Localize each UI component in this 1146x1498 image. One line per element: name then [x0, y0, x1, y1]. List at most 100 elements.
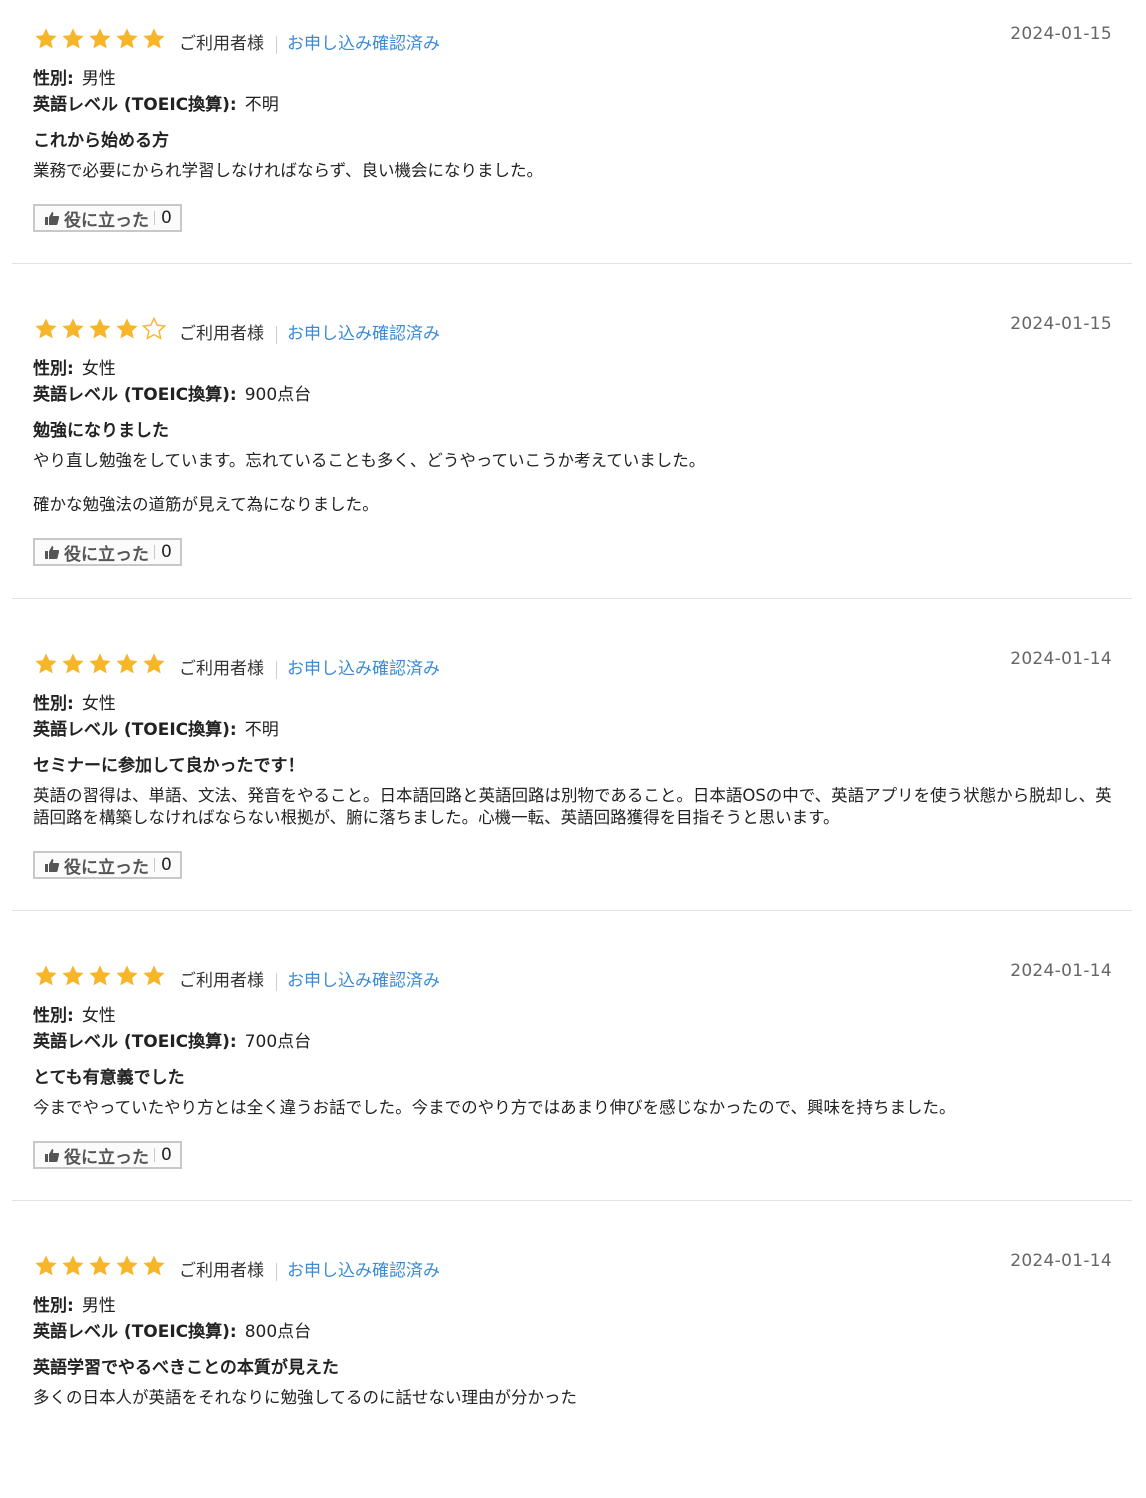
- level-value: 不明: [244, 720, 279, 740]
- reviewer-name: ご利用者様: [179, 324, 264, 344]
- level-value: 800点台: [244, 1322, 312, 1342]
- verified-link[interactable]: お申し込み確認済み: [287, 319, 440, 344]
- review-body: 今までやっていたやり方とは全く違うお話でした。今までのやり方ではあまり伸びを感じ…: [33, 1097, 1112, 1119]
- review-meta: 性別: 女性 英語レベル (TOEIC換算): 不明: [33, 691, 1112, 743]
- review-header: ご利用者様 お申し込み確認済み 2024-01-15: [33, 308, 1112, 346]
- reviewer-name: ご利用者様: [179, 34, 264, 54]
- review-meta: 性別: 女性 英語レベル (TOEIC換算): 900点台: [33, 356, 1112, 408]
- helpful-separator: [154, 858, 155, 872]
- star-empty-icon: [141, 316, 167, 342]
- review-meta: 性別: 男性 英語レベル (TOEIC換算): 不明: [33, 66, 1112, 118]
- star-filled-icon: [60, 651, 86, 677]
- level-value: 900点台: [244, 385, 312, 405]
- verified-link[interactable]: お申し込み確認済み: [287, 654, 440, 679]
- header-separator: [276, 326, 277, 344]
- star-filled-icon: [114, 316, 140, 342]
- helpful-label: 役に立った: [64, 857, 149, 878]
- star-filled-icon: [114, 963, 140, 989]
- star-filled-icon: [33, 651, 59, 677]
- verified-link[interactable]: お申し込み確認済み: [287, 1256, 440, 1281]
- star-filled-icon: [60, 1253, 86, 1279]
- helpful-count: 0: [161, 855, 172, 875]
- level-row: 英語レベル (TOEIC換算): 700点台: [33, 1029, 1112, 1055]
- review-item: ご利用者様 お申し込み確認済み 2024-01-14 性別: 男性 英語レベル (…: [0, 1201, 1146, 1440]
- review-title: セミナーに参加して良かったです！: [33, 756, 305, 776]
- level-label: 英語レベル (TOEIC換算):: [33, 95, 237, 115]
- review-body: 業務で必要にかられ学習しなければならず、良い機会になりました。: [33, 160, 1112, 182]
- level-row: 英語レベル (TOEIC換算): 900点台: [33, 382, 1112, 408]
- level-value: 700点台: [244, 1032, 312, 1052]
- reviewer-name: ご利用者様: [179, 659, 264, 679]
- gender-value: 女性: [81, 1006, 116, 1026]
- gender-value: 女性: [81, 359, 116, 379]
- helpful-separator: [154, 545, 155, 559]
- level-value: 不明: [244, 95, 279, 115]
- header-separator: [276, 973, 277, 991]
- verified-link[interactable]: お申し込み確認済み: [287, 966, 440, 991]
- review-body-paragraph: 今までやっていたやり方とは全く違うお話でした。今までのやり方ではあまり伸びを感じ…: [33, 1098, 956, 1117]
- star-filled-icon: [87, 1253, 113, 1279]
- review-item: ご利用者様 お申し込み確認済み 2024-01-15 性別: 女性 英語レベル (…: [0, 264, 1146, 598]
- reviewer-name: ご利用者様: [179, 971, 264, 991]
- gender-value: 女性: [81, 694, 116, 714]
- gender-row: 性別: 女性: [33, 691, 1112, 717]
- star-filled-icon: [60, 26, 86, 52]
- star-filled-icon: [60, 316, 86, 342]
- star-filled-icon: [141, 651, 167, 677]
- review-body-paragraph: 確かな勉強法の道筋が見えて為になりました。: [33, 495, 379, 514]
- level-label: 英語レベル (TOEIC換算):: [33, 385, 237, 405]
- star-filled-icon: [141, 1253, 167, 1279]
- review-list: ご利用者様 お申し込み確認済み 2024-01-15 性別: 男性 英語レベル (…: [0, 0, 1146, 1440]
- star-rating: [33, 1253, 167, 1279]
- review-title: 勉強になりました: [33, 421, 169, 441]
- helpful-button[interactable]: 役に立った 0: [33, 538, 182, 566]
- review-item: ご利用者様 お申し込み確認済み 2024-01-14 性別: 女性 英語レベル (…: [0, 599, 1146, 910]
- review-item: ご利用者様 お申し込み確認済み 2024-01-14 性別: 女性 英語レベル (…: [0, 911, 1146, 1200]
- review-body: 多くの日本人が英語をそれなりに勉強してるのに話せない理由が分かった: [33, 1387, 1112, 1409]
- thumbs-up-icon: [44, 210, 64, 226]
- header-separator: [276, 36, 277, 54]
- gender-label: 性別:: [33, 1296, 74, 1316]
- helpful-button[interactable]: 役に立った 0: [33, 851, 182, 879]
- review-body-paragraph: やり直し勉強をしています。忘れていることも多く、どうやっていこうか考えていました…: [33, 451, 706, 470]
- star-filled-icon: [87, 963, 113, 989]
- review-title: これから始める方: [33, 131, 169, 151]
- review-date: 2024-01-14: [1010, 961, 1112, 981]
- gender-row: 性別: 女性: [33, 1003, 1112, 1029]
- review-body-paragraph: 英語の習得は、単語、文法、発音をやること。日本語回路と英語回路は別物であること。…: [33, 786, 1112, 827]
- level-row: 英語レベル (TOEIC換算): 不明: [33, 92, 1112, 118]
- helpful-button[interactable]: 役に立った 0: [33, 1141, 182, 1169]
- gender-row: 性別: 男性: [33, 1293, 1112, 1319]
- gender-label: 性別:: [33, 69, 74, 89]
- helpful-count: 0: [161, 208, 172, 228]
- star-filled-icon: [141, 963, 167, 989]
- star-filled-icon: [33, 1253, 59, 1279]
- gender-row: 性別: 女性: [33, 356, 1112, 382]
- verified-link[interactable]: お申し込み確認済み: [287, 29, 440, 54]
- review-title: とても有意義でした: [33, 1068, 185, 1088]
- review-title: 英語学習でやるべきことの本質が見えた: [33, 1358, 339, 1378]
- gender-label: 性別:: [33, 1006, 74, 1026]
- review-date: 2024-01-14: [1010, 1251, 1112, 1271]
- thumbs-up-icon: [44, 1147, 64, 1163]
- header-separator: [276, 661, 277, 679]
- gender-value: 男性: [81, 69, 116, 89]
- gender-label: 性別:: [33, 359, 74, 379]
- thumbs-up-icon: [44, 544, 64, 560]
- level-row: 英語レベル (TOEIC換算): 不明: [33, 717, 1112, 743]
- star-filled-icon: [60, 963, 86, 989]
- star-filled-icon: [33, 26, 59, 52]
- level-label: 英語レベル (TOEIC換算):: [33, 1322, 237, 1342]
- review-body-paragraph: 業務で必要にかられ学習しなければならず、良い機会になりました。: [33, 161, 544, 180]
- star-filled-icon: [114, 651, 140, 677]
- helpful-button[interactable]: 役に立った 0: [33, 204, 182, 232]
- review-header: ご利用者様 お申し込み確認済み 2024-01-14: [33, 955, 1112, 993]
- star-rating: [33, 26, 167, 52]
- gender-value: 男性: [81, 1296, 116, 1316]
- helpful-separator: [154, 211, 155, 225]
- review-body: やり直し勉強をしています。忘れていることも多く、どうやっていこうか考えていました…: [33, 450, 1112, 516]
- star-rating: [33, 316, 167, 342]
- star-filled-icon: [33, 963, 59, 989]
- star-filled-icon: [33, 316, 59, 342]
- helpful-label: 役に立った: [64, 1147, 149, 1168]
